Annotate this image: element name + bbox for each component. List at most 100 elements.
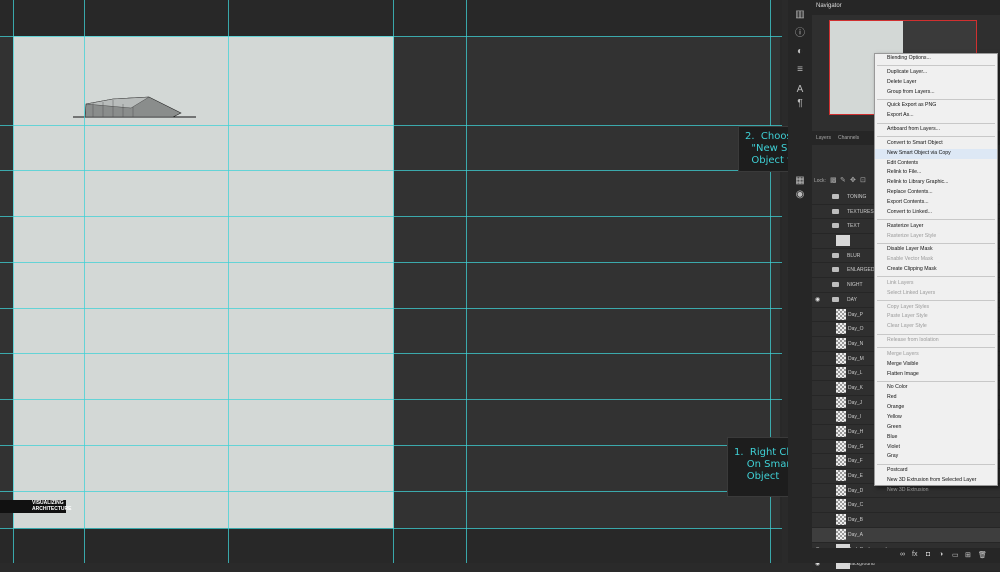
menu-item[interactable]: Flatten Image <box>875 370 997 380</box>
menu-item[interactable]: Rasterize Layer <box>875 222 997 232</box>
paragraph-icon[interactable]: ¶ <box>794 98 806 110</box>
new-group-icon[interactable]: ▭ <box>952 551 959 559</box>
menu-item[interactable]: No Color <box>875 383 997 393</box>
adjustments-icon[interactable]: ◐ <box>794 46 806 58</box>
guide-horizontal[interactable] <box>0 308 782 309</box>
layer-row[interactable]: Day_B <box>812 513 1000 528</box>
guide-horizontal[interactable] <box>0 528 782 529</box>
menu-item: Paste Layer Style <box>887 313 928 320</box>
layer-name: Day_O <box>848 326 864 333</box>
menu-item[interactable]: Convert to Smart Object <box>875 139 997 149</box>
menu-item[interactable]: Red <box>875 393 997 403</box>
menu-item[interactable]: Export As... <box>875 111 997 121</box>
guide-horizontal[interactable] <box>0 170 782 171</box>
menu-item[interactable]: Edit Contents <box>875 159 997 169</box>
lock-position-icon[interactable]: ✥ <box>850 176 856 184</box>
menu-item[interactable]: Create Clipping Mask <box>875 265 997 275</box>
layer-thumbnail <box>836 470 846 482</box>
menu-item[interactable]: Quick Export as PNG <box>875 101 997 111</box>
info-icon[interactable]: ⓘ <box>794 28 806 40</box>
guide-vertical[interactable] <box>393 0 394 563</box>
guide-horizontal[interactable] <box>0 491 782 492</box>
menu-item[interactable]: New Smart Object via Copy <box>875 148 997 159</box>
guide-horizontal[interactable] <box>0 36 782 37</box>
layer-name: Day_B <box>848 517 864 524</box>
menu-item[interactable]: Violet <box>875 443 997 453</box>
folder-icon <box>832 194 839 199</box>
mask-icon[interactable]: ◘ <box>926 551 930 558</box>
menu-separator <box>877 136 995 138</box>
menu-item[interactable]: Blue <box>875 433 997 443</box>
menu-item[interactable]: Delete Layer <box>875 78 997 88</box>
grid-icon[interactable]: ▦ <box>794 175 806 187</box>
character-icon[interactable]: A <box>794 84 806 96</box>
menu-item[interactable]: Green <box>875 423 997 433</box>
panel-icon-strip: ▥ ⓘ ◐ ≡ A ¶ ▦ ◉ <box>788 0 812 563</box>
menu-item[interactable]: Export Contents... <box>875 198 997 208</box>
guide-horizontal[interactable] <box>0 445 782 446</box>
folder-icon <box>832 208 839 214</box>
menu-item[interactable]: New 3D Extrusion from Selected Layer <box>875 476 997 486</box>
guide-vertical[interactable] <box>466 0 467 563</box>
menu-item[interactable]: Duplicate Layer... <box>875 68 997 78</box>
layer-name: Day_K <box>848 384 864 391</box>
layer-name: Day_J <box>848 399 863 406</box>
menu-item[interactable]: Artboard from Layers... <box>875 125 997 135</box>
menu-item: Select Linked Layers <box>887 289 936 296</box>
menu-item[interactable]: Convert to Linked... <box>875 208 997 218</box>
guide-horizontal[interactable] <box>0 353 782 354</box>
layer-name: Day_C <box>848 502 864 509</box>
trash-icon[interactable]: 🗑 <box>978 551 987 559</box>
menu-item: Clear Layer Style <box>887 323 927 330</box>
guide-vertical[interactable] <box>13 0 14 563</box>
layer-name: Day_P <box>848 311 864 318</box>
layer-thumbnail <box>836 337 846 349</box>
guide-vertical[interactable] <box>228 0 229 563</box>
menu-item[interactable]: Blending Options... <box>875 54 997 64</box>
menu-item: Rasterize Layer Style <box>887 232 937 239</box>
menu-item[interactable]: Group from Layers... <box>875 88 997 98</box>
lock-pixels-icon[interactable]: ▩ <box>830 176 837 184</box>
layer-row[interactable]: Day_A <box>812 527 1000 543</box>
menu-item[interactable]: Postcard <box>875 466 997 476</box>
lock-artboard-icon[interactable]: ⊡ <box>860 176 866 184</box>
fx-icon[interactable]: fx <box>912 551 917 558</box>
guide-horizontal[interactable] <box>0 262 782 263</box>
guide-horizontal[interactable] <box>0 399 782 400</box>
visibility-eye-icon[interactable]: ◉ <box>815 296 823 303</box>
menu-item[interactable]: Merge Visible <box>875 360 997 370</box>
layer-name: Day_H <box>848 429 864 435</box>
menu-separator <box>877 242 995 244</box>
menu-item[interactable]: Relink to Library Graphic... <box>875 178 997 188</box>
layers-panel-footer: ∞ fx ◘ ◑ ▭ ⊞ 🗑 <box>812 548 1000 563</box>
guide-horizontal[interactable] <box>0 216 782 217</box>
menu-separator <box>877 380 995 382</box>
histogram-icon[interactable]: ▥ <box>794 9 806 21</box>
layer-thumbnail <box>836 323 846 335</box>
menu-item[interactable]: Relink to File... <box>875 168 997 178</box>
guide-horizontal[interactable] <box>0 125 782 126</box>
layer-thumbnail <box>836 381 846 393</box>
tab-layers[interactable]: Layers <box>816 135 831 141</box>
adjustment-layer-icon[interactable]: ◑ <box>939 551 943 558</box>
color-icon[interactable]: ◉ <box>794 189 806 201</box>
guide-vertical[interactable] <box>84 0 85 563</box>
document-canvas[interactable]: VISUALIZING ARCHITECTURE <box>0 0 782 563</box>
tab-channels[interactable]: Channels <box>838 135 859 141</box>
layer-thumbnail <box>836 440 846 452</box>
layer-name: BLUR <box>847 252 861 259</box>
menu-item[interactable]: Orange <box>875 403 997 413</box>
layer-row[interactable]: Day_C <box>812 498 1000 514</box>
menu-item[interactable]: Gray <box>875 452 997 462</box>
new-layer-icon[interactable]: ⊞ <box>965 551 971 559</box>
menu-item: Merge Layers <box>887 350 919 357</box>
sliders-icon[interactable]: ≡ <box>794 64 806 76</box>
menu-item[interactable]: Replace Contents... <box>875 188 997 198</box>
link-icon[interactable]: ∞ <box>900 551 905 558</box>
layer-name: TEXTURES <box>847 208 874 215</box>
menu-item[interactable]: Disable Layer Mask <box>875 245 997 255</box>
menu-item[interactable]: Yellow <box>875 413 997 423</box>
artboard[interactable] <box>13 36 394 528</box>
lock-paint-icon[interactable]: ✎ <box>840 176 846 184</box>
layer-name: NIGHT <box>847 282 863 289</box>
